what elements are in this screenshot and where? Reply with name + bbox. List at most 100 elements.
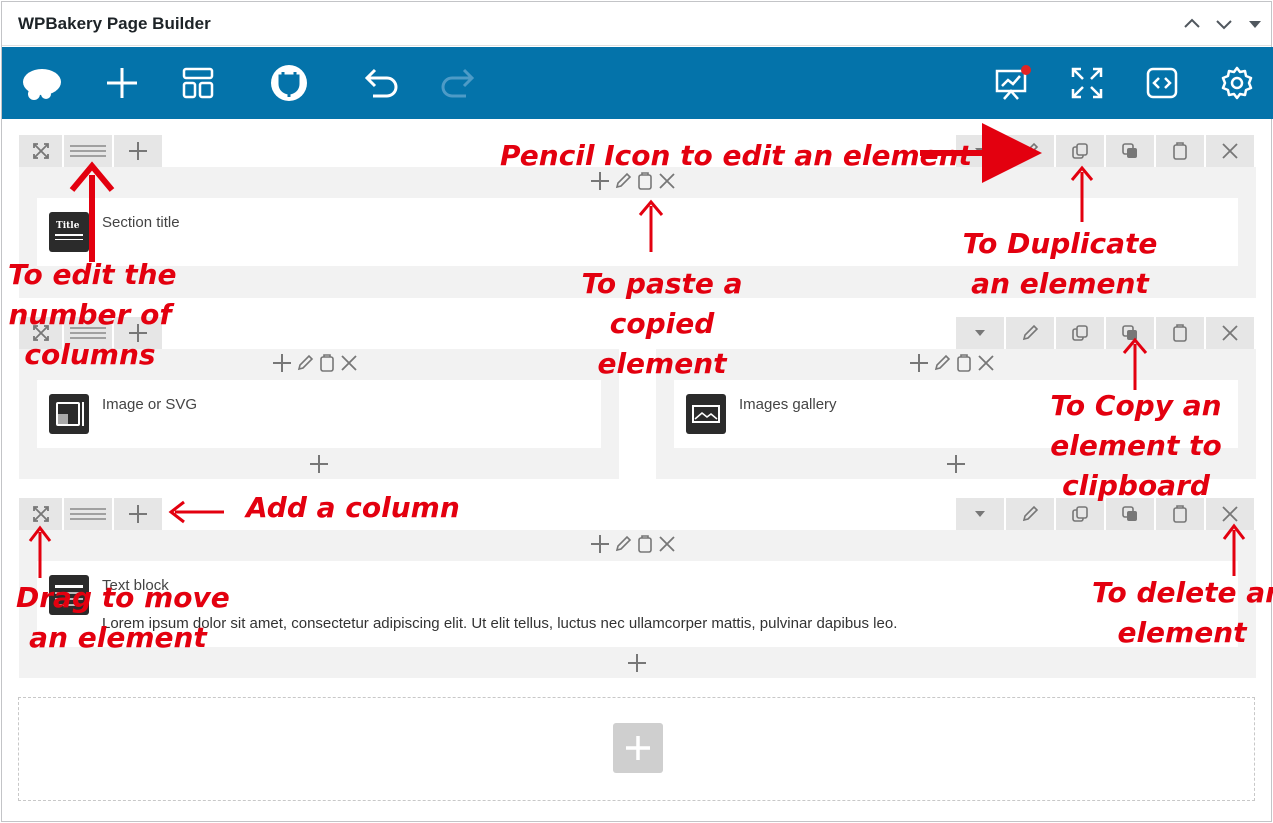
clipboard-icon[interactable] bbox=[636, 535, 654, 553]
close-icon[interactable] bbox=[340, 354, 358, 372]
annotation-pencil: Pencil Icon to edit an element bbox=[500, 139, 972, 172]
settings-button[interactable] bbox=[1215, 61, 1259, 105]
gear-icon bbox=[1221, 66, 1253, 100]
preview-icon bbox=[995, 65, 1031, 100]
duplicate-icon bbox=[1072, 325, 1088, 341]
row-1-controls-right bbox=[956, 135, 1254, 167]
annotation-columns: To edit the number of columns bbox=[8, 258, 177, 371]
annotation-duplicate: To Duplicate an element bbox=[962, 227, 1158, 300]
plus-icon bbox=[129, 142, 147, 160]
move-icon bbox=[32, 506, 49, 522]
plus-icon[interactable] bbox=[272, 353, 292, 373]
copy-icon bbox=[1122, 506, 1137, 521]
add-element-button[interactable] bbox=[100, 61, 144, 105]
columns-layout-icon bbox=[70, 145, 106, 157]
add-row-area bbox=[18, 697, 1255, 801]
clipboard-icon[interactable] bbox=[955, 354, 973, 372]
plus-icon bbox=[107, 68, 137, 98]
close-icon[interactable] bbox=[977, 354, 995, 372]
chevron-up-icon[interactable] bbox=[1180, 12, 1204, 36]
element-name: Section title bbox=[102, 214, 180, 231]
row-paste-button[interactable] bbox=[1156, 135, 1204, 167]
row-drag-handle[interactable] bbox=[19, 135, 62, 167]
plugin-button[interactable] bbox=[267, 61, 311, 105]
annotation-drag: Drag to move an element bbox=[16, 581, 230, 654]
element-name: Image or SVG bbox=[102, 396, 198, 413]
annotation-delete: To delete an element bbox=[1092, 576, 1273, 649]
row-paste-button[interactable] bbox=[1156, 317, 1204, 349]
chevron-down-icon[interactable] bbox=[1212, 12, 1236, 36]
row-duplicate-button[interactable] bbox=[1056, 135, 1104, 167]
panel-header: WPBakery Page Builder bbox=[2, 2, 1271, 46]
element-image-or-svg[interactable]: Image or SVG bbox=[37, 380, 601, 448]
move-icon bbox=[32, 143, 49, 159]
close-icon[interactable] bbox=[658, 535, 676, 553]
row-toggle-button[interactable] bbox=[956, 317, 1004, 349]
element-text-preview: Lorem ipsum dolor sit amet, consectetur … bbox=[102, 615, 898, 632]
columns-layout-icon bbox=[70, 508, 106, 520]
row-1-controls-left bbox=[19, 135, 162, 167]
plus-icon[interactable] bbox=[909, 353, 929, 373]
custom-code-button[interactable] bbox=[1140, 61, 1184, 105]
row-copy-button[interactable] bbox=[1106, 135, 1154, 167]
plugin-icon bbox=[271, 65, 307, 101]
clipboard-icon bbox=[1173, 505, 1187, 523]
column-tools bbox=[909, 351, 995, 375]
fullscreen-button[interactable] bbox=[1065, 61, 1109, 105]
panel-title: WPBakery Page Builder bbox=[18, 14, 211, 33]
preview-button[interactable] bbox=[990, 61, 1034, 105]
pencil-icon bbox=[1022, 142, 1039, 159]
pencil-icon[interactable] bbox=[296, 354, 314, 372]
plus-icon bbox=[626, 736, 650, 760]
undo-button[interactable] bbox=[360, 61, 404, 105]
duplicate-icon bbox=[1072, 143, 1088, 159]
add-column-button[interactable] bbox=[114, 498, 162, 530]
annotation-copy: To Copy an element to clipboard bbox=[1050, 389, 1222, 502]
gallery-icon bbox=[686, 394, 726, 434]
toolbar bbox=[2, 47, 1273, 119]
add-column-button[interactable] bbox=[114, 135, 162, 167]
copy-icon bbox=[1122, 143, 1137, 158]
add-row-button[interactable] bbox=[613, 723, 663, 773]
row-delete-button[interactable] bbox=[1206, 135, 1254, 167]
caret-down-icon bbox=[975, 330, 985, 336]
cloud-icon bbox=[23, 69, 61, 100]
close-icon bbox=[1222, 325, 1238, 341]
copy-icon bbox=[1122, 325, 1137, 340]
clipboard-icon bbox=[1173, 324, 1187, 342]
row-delete-button[interactable] bbox=[1206, 317, 1254, 349]
cloud-button[interactable] bbox=[20, 61, 64, 105]
row-copy-button[interactable] bbox=[1106, 317, 1154, 349]
row-layout-button[interactable] bbox=[64, 498, 112, 530]
add-element-plus-icon[interactable] bbox=[944, 452, 968, 476]
clipboard-icon bbox=[1173, 142, 1187, 160]
toggle-arrow-icon[interactable] bbox=[1243, 12, 1267, 36]
row-edit-button[interactable] bbox=[1006, 317, 1054, 349]
row-edit-button[interactable] bbox=[1006, 135, 1054, 167]
column-tools bbox=[272, 351, 358, 375]
plus-icon[interactable] bbox=[590, 534, 610, 554]
add-element-plus-icon[interactable] bbox=[307, 452, 331, 476]
clipboard-icon[interactable] bbox=[318, 354, 336, 372]
pencil-icon[interactable] bbox=[614, 535, 632, 553]
caret-down-icon bbox=[975, 511, 985, 517]
element-name: Images gallery bbox=[739, 396, 837, 413]
pencil-icon[interactable] bbox=[933, 354, 951, 372]
layout-icon bbox=[182, 67, 214, 99]
duplicate-icon bbox=[1072, 506, 1088, 522]
close-icon bbox=[1222, 506, 1238, 522]
add-element-plus-icon[interactable] bbox=[625, 651, 649, 675]
row-drag-handle[interactable] bbox=[19, 498, 62, 530]
section-title-icon: Title bbox=[49, 212, 89, 252]
annotation-paste: To paste a copied element bbox=[581, 267, 743, 380]
close-icon bbox=[1222, 143, 1238, 159]
code-icon bbox=[1146, 67, 1178, 99]
pencil-icon bbox=[1022, 505, 1039, 522]
row-layout-button[interactable] bbox=[64, 135, 112, 167]
row-toggle-button[interactable] bbox=[956, 498, 1004, 530]
templates-button[interactable] bbox=[176, 61, 220, 105]
redo-button[interactable] bbox=[435, 61, 479, 105]
plus-icon bbox=[129, 505, 147, 523]
row-duplicate-button[interactable] bbox=[1056, 317, 1104, 349]
caret-down-icon bbox=[975, 148, 985, 154]
